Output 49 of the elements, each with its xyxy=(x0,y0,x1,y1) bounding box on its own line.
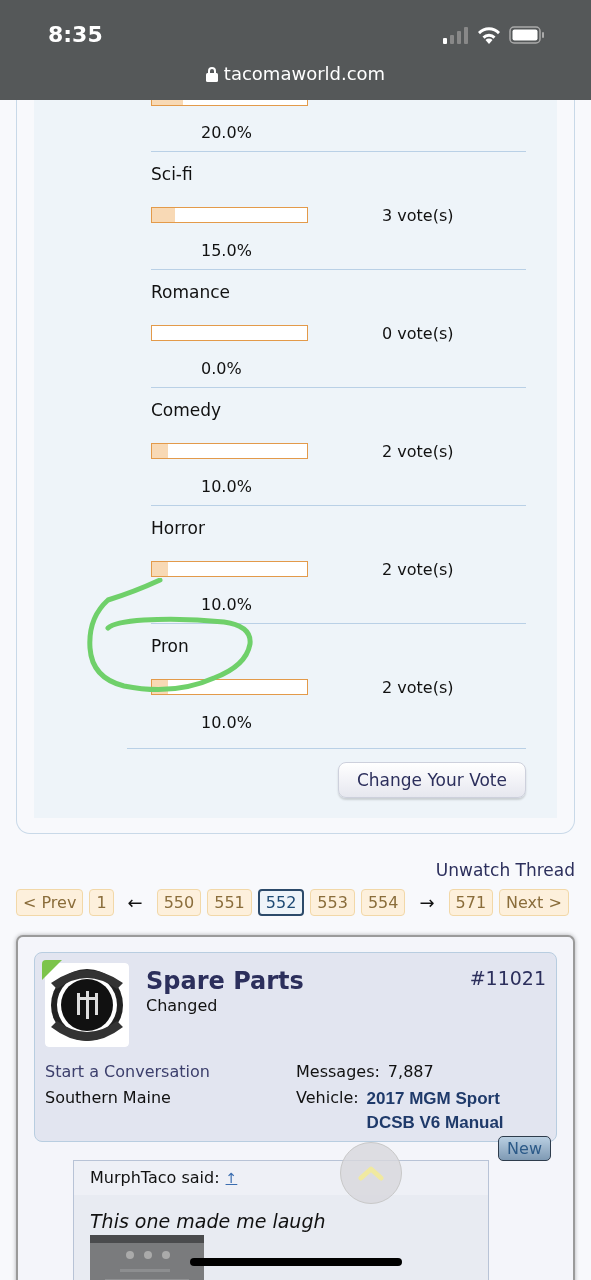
post-number[interactable]: #11021 xyxy=(469,967,546,991)
option-label: Sci-fi xyxy=(151,163,193,186)
vote-count: 0 vote(s) xyxy=(382,323,454,343)
stat-label: Messages: xyxy=(296,1061,380,1083)
unwatch-link[interactable]: Unwatch Thread xyxy=(435,858,575,882)
option-label: Pron xyxy=(151,635,189,658)
wifi-icon xyxy=(477,26,501,44)
page-arrow: ← xyxy=(127,892,143,913)
change-vote-button[interactable]: Change Your Vote xyxy=(337,762,526,798)
vote-count: 2 vote(s) xyxy=(382,441,454,461)
user-location: Southern Maine xyxy=(45,1087,172,1109)
vote-percent: 20.0% xyxy=(201,122,252,144)
vote-percent: 10.0% xyxy=(201,712,252,734)
option-label: Horror xyxy=(151,517,205,540)
clock-time: 8:35 xyxy=(48,22,103,47)
page-button[interactable]: 552 xyxy=(257,889,305,916)
quote-text: This one made me laugh xyxy=(89,1209,327,1233)
page-button[interactable]: 551 xyxy=(207,889,252,916)
lock-icon xyxy=(205,65,218,82)
page-button[interactable]: 550 xyxy=(156,889,202,916)
quote-author: MurphTaco said: xyxy=(90,1167,220,1189)
page-arrow: → xyxy=(419,892,435,913)
option-label: Romance xyxy=(151,281,230,304)
stat-value: 7,887 xyxy=(387,1061,434,1083)
jump-link[interactable]: ↑ xyxy=(225,1167,238,1189)
page-button[interactable]: 553 xyxy=(310,889,355,916)
address-text[interactable]: tacomaworld.com xyxy=(223,63,386,84)
vote-percent: 10.0% xyxy=(201,594,252,616)
conversation-link[interactable]: Start a Conversation xyxy=(45,1061,296,1083)
page-button[interactable]: 554 xyxy=(360,889,406,916)
vote-percent: 10.0% xyxy=(201,476,252,498)
signal-icon xyxy=(443,26,469,44)
vote-percent: 0.0% xyxy=(201,358,242,380)
username[interactable]: Spare Parts xyxy=(146,967,304,995)
vote-count: 2 vote(s) xyxy=(382,677,454,697)
stat-label: Vehicle: xyxy=(296,1087,359,1109)
page-button[interactable]: Next > xyxy=(499,889,569,916)
page-button[interactable]: 1 xyxy=(89,889,114,916)
new-badge: New xyxy=(498,1136,551,1161)
chevron-up-icon xyxy=(358,1165,384,1181)
page-button[interactable]: < Prev xyxy=(16,889,84,916)
page-button[interactable]: 571 xyxy=(448,889,494,916)
vote-percent: 15.0% xyxy=(201,240,252,262)
vote-count: 2 vote(s) xyxy=(382,559,454,579)
battery-icon xyxy=(509,26,545,44)
user-title: Changed xyxy=(146,995,219,1017)
option-label: Comedy xyxy=(151,399,222,422)
vehicle-link[interactable]: 2017 MGM Sport DCSB V6 Manual xyxy=(366,1087,517,1135)
vote-count: 3 vote(s) xyxy=(382,205,454,225)
